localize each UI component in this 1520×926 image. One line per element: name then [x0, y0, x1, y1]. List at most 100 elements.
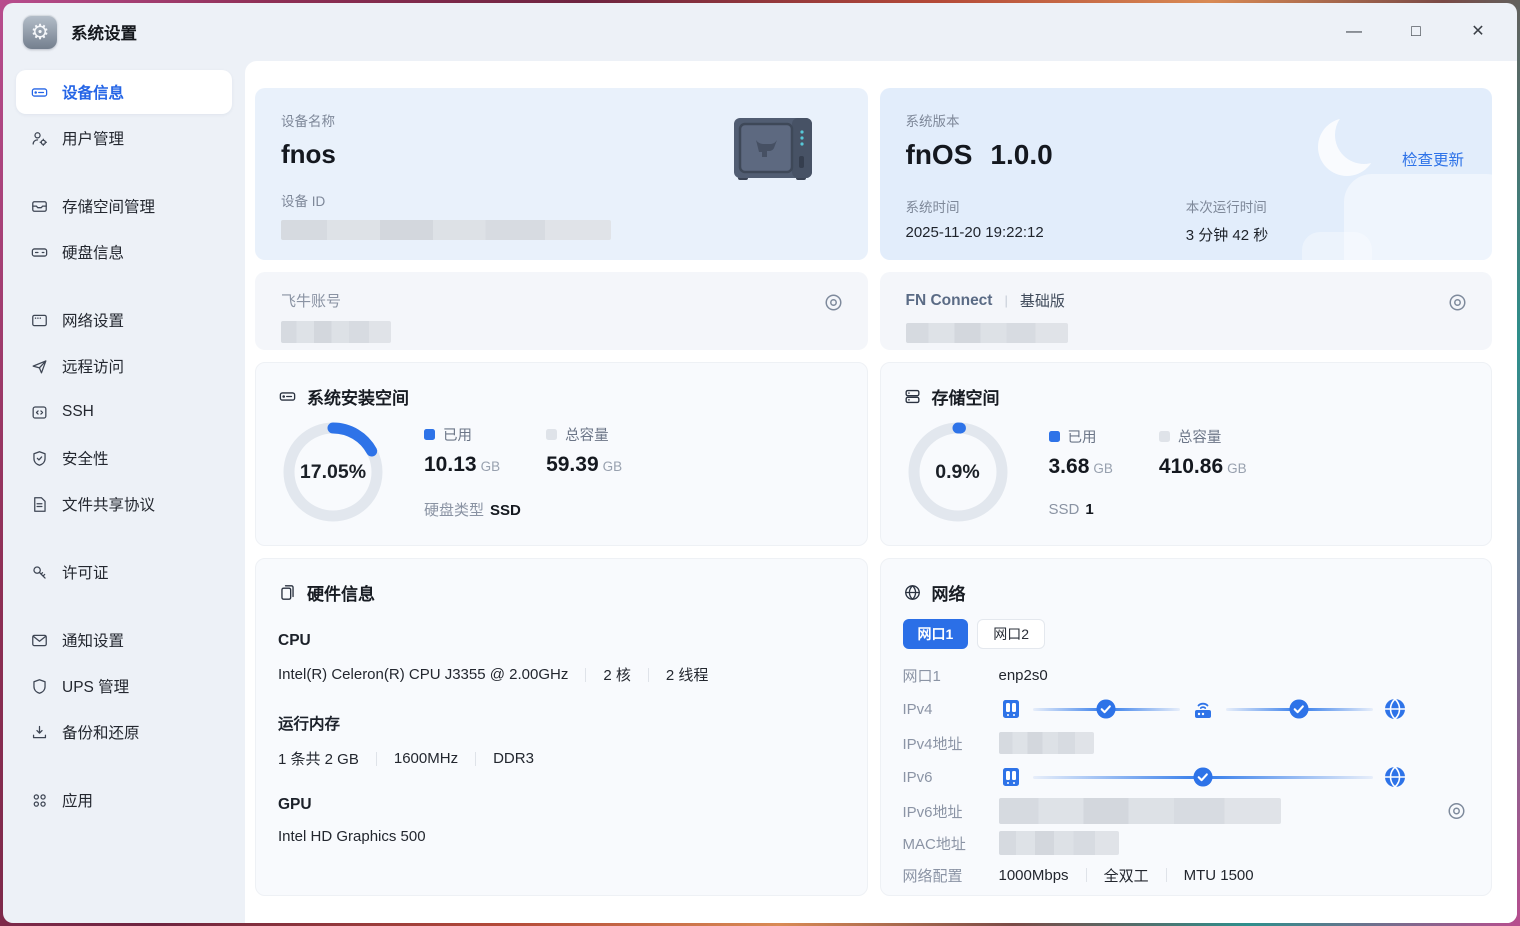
fn-account-label: 飞牛账号: [281, 293, 342, 310]
sidebar-item-backup-restore[interactable]: 备份和还原: [16, 710, 232, 754]
drive-icon: [31, 87, 48, 97]
sidebar-item-label: 用户管理: [62, 131, 125, 148]
device-id-label: 设备 ID: [281, 194, 326, 209]
sidebar-item-device-info[interactable]: 设备信息: [16, 70, 232, 114]
card-title: 硬件信息: [307, 585, 375, 604]
router-icon: [1194, 702, 1211, 718]
paper-plane-icon: [32, 359, 47, 373]
system-time-label: 系统时间: [905, 200, 960, 215]
minimize-button[interactable]: —: [1345, 24, 1363, 40]
fn-account-redacted-value: [281, 321, 391, 343]
ram-value: 1 条共 2 GB 1600MHz DDR3: [278, 750, 534, 768]
system-install-space-card: 系统安装空间 17.05% 已用 10.13 GB 总容量 59.39 GB 硬…: [255, 362, 868, 546]
network-config-row: 网络配置 1000Mbps 全双工 MTU 1500: [902, 866, 1254, 885]
nas-icon: [1002, 768, 1019, 786]
maximize-button[interactable]: □: [1407, 24, 1425, 40]
device-card: 设备名称 fnos 设备 ID: [255, 88, 868, 260]
sidebar-item-disk-info[interactable]: 硬盘信息: [16, 230, 232, 274]
sidebar-item-network-settings[interactable]: 网络设置: [16, 298, 232, 342]
sidebar-item-label: 应用: [62, 793, 94, 810]
network-panel-icon: [32, 314, 47, 326]
hardware-chip-icon: [281, 585, 294, 600]
legend-total: 总容量 410.86 GB: [1158, 430, 1247, 478]
ipv4-address-row: IPv4地址: [903, 727, 1470, 759]
used-legend-swatch: [1048, 431, 1060, 442]
sidebar-item-label: 通知设置: [62, 633, 125, 650]
document-icon: [34, 496, 46, 512]
sidebar-item-label: 网络设置: [62, 313, 125, 330]
hard-disk-icon: [31, 247, 48, 257]
close-button[interactable]: ✕: [1469, 24, 1487, 40]
sidebar-item-label: 硬盘信息: [62, 245, 125, 262]
sidebar-item-label: 远程访问: [62, 359, 125, 376]
system-time-value: 2025-11-20 19:22:12: [905, 224, 1044, 241]
ipv6-status-row: IPv6: [903, 759, 1470, 795]
internet-globe-icon: [1384, 697, 1405, 721]
storage-percent: 0.9%: [935, 460, 980, 483]
sidebar-item-ssh[interactable]: SSH: [16, 390, 232, 434]
used-legend-swatch: [424, 429, 435, 440]
divider: |: [1004, 293, 1008, 308]
total-legend-swatch: [1158, 431, 1170, 442]
check-icon: [1289, 699, 1309, 719]
check-icon: [1096, 699, 1116, 719]
mail-icon: [32, 634, 47, 646]
sidebar-item-label: UPS 管理: [62, 679, 130, 696]
reveal-account-eye-icon[interactable]: [823, 292, 844, 313]
legend-used: 已用 3.68 GB: [1048, 430, 1113, 478]
reveal-connect-eye-icon[interactable]: [1447, 292, 1468, 313]
moon-watermark: [1318, 106, 1393, 176]
gpu-label: GPU: [278, 796, 312, 813]
sidebar-item-file-sharing[interactable]: 文件共享协议: [16, 482, 232, 526]
sidebar-item-label: 许可证: [62, 565, 109, 582]
fn-connect-label: FN Connect: [905, 291, 993, 309]
internet-globe-icon: [1384, 765, 1405, 789]
sidebar-item-remote-access[interactable]: 远程访问: [16, 344, 232, 388]
sidebar-item-license[interactable]: 许可证: [16, 550, 232, 594]
fn-connect-tier: 基础版: [1019, 293, 1065, 310]
nas-device-illustration: [733, 118, 812, 180]
titlebar: ⚙ 系统设置 — □ ✕: [3, 3, 1517, 61]
port-name-row: 网口1 enp2s0: [902, 666, 1048, 685]
network-card: 网络 网口1 网口2 网口1 enp2s0 IPv4 IPv4地址 IPv6 I…: [879, 558, 1492, 896]
mac-redacted-value: [998, 831, 1119, 855]
tab-port-1[interactable]: 网口1: [902, 619, 969, 649]
sidebar-item-label: 备份和还原: [62, 725, 140, 742]
sidebar-item-security[interactable]: 安全性: [16, 436, 232, 480]
sidebar: 设备信息 用户管理 存储空间管理 硬盘信息 网络设置 远程访问 SSH 安全性 …: [3, 61, 245, 923]
tab-port-2[interactable]: 网口2: [977, 619, 1046, 649]
sidebar-item-notification-settings[interactable]: 通知设置: [16, 618, 232, 662]
check-update-link[interactable]: 检查更新: [1402, 148, 1464, 170]
sidebar-item-ups-management[interactable]: UPS 管理: [16, 664, 232, 708]
shield-icon: [33, 678, 46, 694]
sidebar-item-storage-management[interactable]: 存储空间管理: [16, 184, 232, 228]
reveal-ipv6-eye-icon[interactable]: [1446, 801, 1467, 822]
storage-donut: 0.9%: [907, 421, 1009, 523]
fn-connect-redacted-value: [905, 323, 1068, 343]
card-title: 系统安装空间: [307, 389, 409, 408]
ipv6-connectivity-diagram: [999, 765, 1407, 789]
mac-address-row: MAC地址: [903, 827, 1470, 859]
sidebar-item-user-management[interactable]: 用户管理: [16, 116, 232, 160]
check-icon: [1192, 767, 1213, 787]
card-title: 存储空间: [931, 389, 1000, 408]
sidebar-item-apps[interactable]: 应用: [16, 778, 232, 822]
system-version-card: 系统版本 fnOS 1.0.0 检查更新 系统时间 2025-11-20 19:…: [879, 88, 1492, 260]
system-settings-window: ⚙ 系统设置 — □ ✕ 设备信息 用户管理 存储空间管理 硬盘信息 网络设置 …: [3, 3, 1517, 923]
ipv4-connectivity-diagram: [999, 696, 1407, 722]
ipv4-status-row: IPv4: [903, 691, 1470, 727]
storage-space-card: 存储空间 0.9% 已用 3.68 GB 总容量 410.86 GB SSD 1: [879, 362, 1492, 546]
os-name: fnOS: [905, 139, 973, 170]
network-port-tabs: 网口1 网口2: [902, 619, 1470, 649]
sidebar-item-label: SSH: [62, 403, 94, 420]
key-icon: [33, 565, 46, 579]
card-title: 网络: [931, 585, 966, 604]
disk-type-line: 硬盘类型 SSD: [424, 502, 521, 519]
legend-used: 已用 10.13 GB: [424, 428, 501, 476]
ipv6-address-row: IPv6地址: [903, 795, 1470, 827]
